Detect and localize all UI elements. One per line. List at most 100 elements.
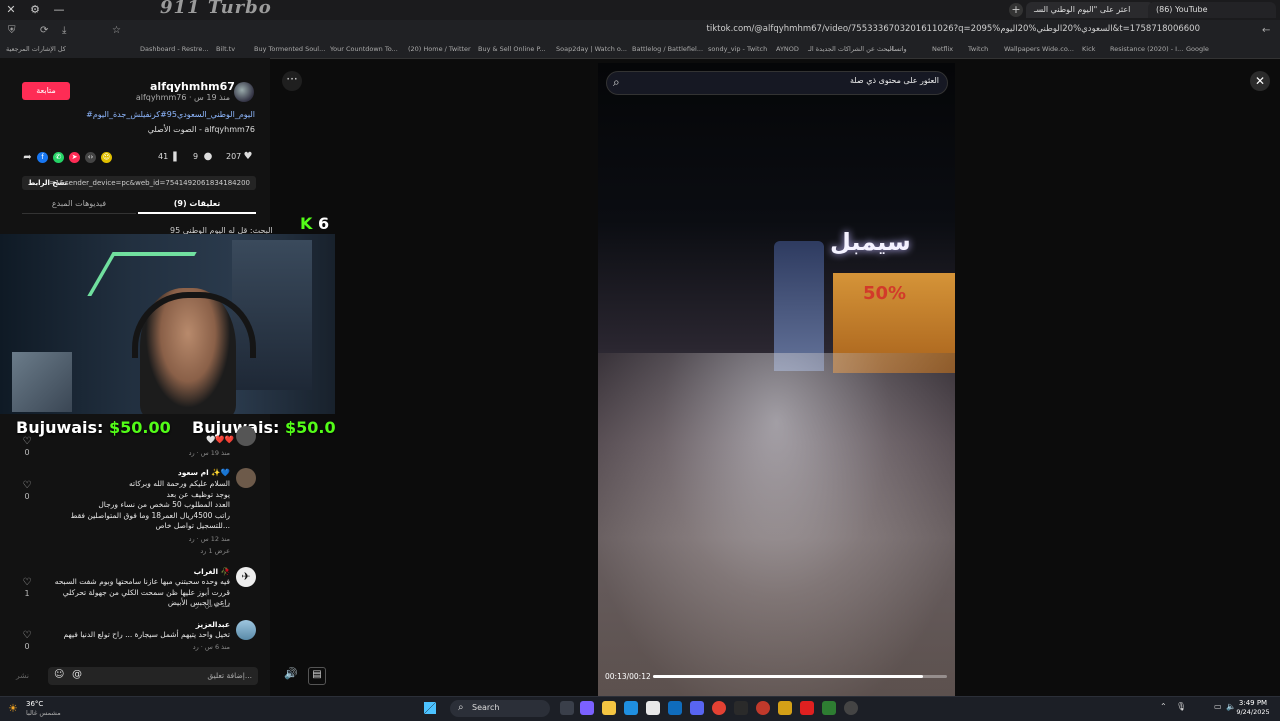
heart-icon[interactable]: ♥ [242,151,254,163]
tab-youtube[interactable]: (86) YouTube [1148,2,1276,18]
file-explorer-icon[interactable] [602,701,616,715]
bookmark-item[interactable]: Your Countdown To... [330,45,398,53]
bookmark-item[interactable]: AYNOD [776,45,799,53]
close-icon[interactable]: ✕ [1250,71,1270,91]
post-comment-button[interactable]: نشر [16,671,29,680]
store-icon[interactable] [646,701,660,715]
emoji-icon[interactable]: ☺ [54,669,64,680]
tray-chevron-icon[interactable]: ⌃ [1160,702,1167,711]
comment-avatar[interactable] [236,620,256,640]
view-replies-link[interactable]: عرض 1 رد [150,547,230,555]
minimize-icon[interactable]: — [52,3,66,17]
reload-icon[interactable]: ⟳ [40,25,48,36]
video-player[interactable]: 50% سيمبل [598,63,955,696]
weather-temp[interactable]: 36°C [26,700,43,708]
follow-button[interactable]: متابعة [22,82,70,100]
bookmark-item[interactable]: Kick [1082,45,1095,53]
weather-icon[interactable]: ☀ [8,702,18,715]
share-link-text[interactable]: =1&sender_device=pc&web_id=7541492061834… [49,176,250,190]
search-icon[interactable]: ⌕ [613,75,620,90]
bookmark-item[interactable]: واتساب [886,45,907,53]
youtube-icon[interactable] [800,701,814,715]
close-window-icon[interactable]: ✕ [4,3,18,17]
more-options-icon[interactable]: ··· [282,71,302,91]
send-icon[interactable]: ➤ [69,152,80,163]
heart-outline-icon[interactable]: ♡ [21,480,33,491]
comment-avatar[interactable]: ✈ [236,567,256,587]
tab-tiktok[interactable]: اعثر على "اليوم الوطني السـ [1026,2,1154,18]
copilot-icon[interactable] [580,701,594,715]
windows-start-icon[interactable] [424,702,436,714]
emoji-icon[interactable]: ☺ [101,152,112,163]
comment-icon[interactable]: ● [202,151,214,163]
post-hashtags[interactable]: #اليوم_الوطني_السعودي95#كرنفيلش_جدة_اليو… [40,110,255,119]
bookmark-item[interactable]: (20) Home / Twitter [408,45,471,53]
comment-meta[interactable]: منذ 6 س · رد [150,601,230,609]
shield-icon[interactable]: ⛨ [8,25,16,36]
edge-icon[interactable] [624,701,638,715]
chrome-icon[interactable] [712,701,726,715]
microphone-icon[interactable]: 🎙 [1176,702,1186,711]
comment-author[interactable]: الغراب 🥀 [120,567,230,576]
author-avatar[interactable] [234,82,254,102]
app-icon[interactable] [778,701,792,715]
back-icon[interactable]: ← [1262,25,1270,36]
whatsapp-icon[interactable]: ✆ [53,152,64,163]
comment-meta[interactable]: منذ 19 س · رد [150,449,230,457]
video-sale-text: 50% [863,283,907,304]
comment-input[interactable]: ☺ @ إضافة تعليق... [48,667,258,685]
app-icon[interactable] [734,701,748,715]
embed-icon[interactable]: ‹› [85,152,96,163]
bookmark-item[interactable]: Buy Tormented Soul... [254,45,325,53]
heart-outline-icon[interactable]: ♡ [21,577,33,588]
network-icon[interactable]: ▭ [1214,702,1222,711]
tab-creator-videos[interactable]: فيديوهات المبدع [22,199,136,214]
captions-icon[interactable]: ▤ [308,667,326,685]
comment-avatar[interactable] [236,426,256,446]
comment-avatar[interactable] [236,468,256,488]
related-search-input[interactable]: العثور على محتوى ذي صلة [850,76,939,85]
bookmark-item[interactable]: Resistance (2020) - I... [1110,45,1183,53]
clock-date[interactable]: 9/24/2025 [1232,708,1274,716]
heart-outline-icon[interactable]: ♡ [21,436,33,447]
clock-time[interactable]: 3:49 PM [1238,699,1268,707]
obs-icon[interactable] [844,701,858,715]
bookmark-icon[interactable]: ❚ [169,151,181,163]
post-music[interactable]: الصوت الأصلي - alfqyhmm76 [90,125,255,134]
outlook-icon[interactable] [668,701,682,715]
task-view-icon[interactable] [560,701,574,715]
bookmark-item[interactable]: Twitch [968,45,988,53]
bookmark-item[interactable]: Wallpapers Wide.co... [1004,45,1074,53]
bookmark-item[interactable]: Battlelog / Battlefiel... [632,45,703,53]
bookmark-item[interactable]: Google [1186,45,1209,53]
opera-icon[interactable] [756,701,770,715]
heart-outline-icon[interactable]: ♡ [21,630,33,641]
bookmark-item[interactable]: Netflix [932,45,953,53]
new-tab-icon[interactable]: + [1009,3,1023,17]
comment-meta[interactable]: منذ 6 س · رد [150,643,230,651]
comment-author[interactable]: عبدالعزيز [120,620,230,629]
bookmark-item[interactable]: sondy_vip - Twitch [708,45,767,53]
tab-comments[interactable]: تعليقات (9) [138,199,256,214]
mention-icon[interactable]: @ [72,669,82,680]
volume-icon[interactable]: 🔊 [283,667,299,683]
bookmark-item[interactable]: كل الإشارات المرجعية [6,45,66,53]
comment-author[interactable]: ام سعود ✨💙 [120,468,230,477]
download-icon[interactable]: ⤓ [62,25,66,36]
facebook-icon[interactable]: f [37,152,48,163]
bookmark-item[interactable]: Soap2day | Watch o... [556,45,627,53]
excel-icon[interactable] [822,701,836,715]
video-progress-bar[interactable] [653,675,947,678]
taskbar-search[interactable]: ⌕ Search [450,700,550,717]
bookmark-item[interactable]: Bilt.tv [216,45,235,53]
comment-meta[interactable]: منذ 12 س · رد [150,535,230,543]
bookmark-item[interactable]: Dashboard - Restre... [140,45,209,53]
url-text[interactable]: tiktok.com/@alfqyhmhm67/video/7553336703… [707,24,1200,34]
share-arrow-icon[interactable]: ➦ [22,152,33,163]
settings-icon[interactable]: ⚙ [28,3,42,17]
star-icon[interactable]: ☆ [112,25,121,36]
author-username[interactable]: alfqyhmhm67 [150,80,235,93]
discord-icon[interactable] [690,701,704,715]
bookmark-item[interactable]: Buy & Sell Online P... [478,45,546,53]
related-search-bar[interactable]: ⌕ العثور على محتوى ذي صلة [606,71,948,95]
